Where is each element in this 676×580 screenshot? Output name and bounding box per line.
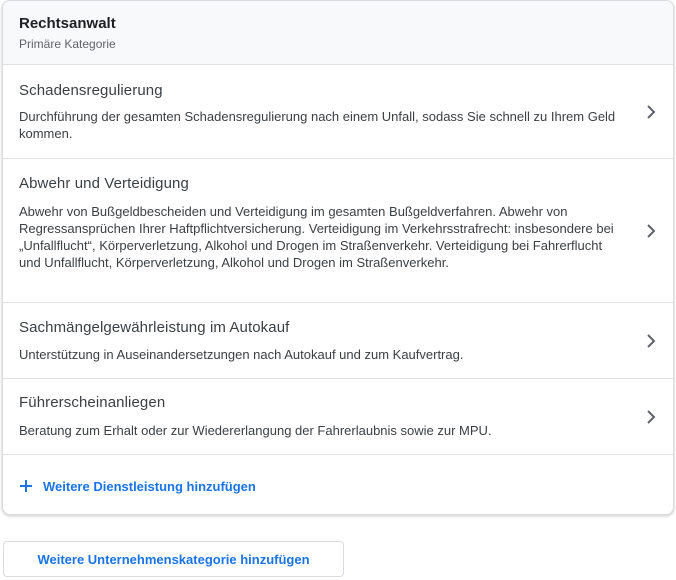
chevron-right-icon: [645, 104, 657, 120]
add-service-label: Weitere Dienstleistung hinzufügen: [43, 478, 256, 494]
category-subtitle: Primäre Kategorie: [19, 37, 116, 51]
service-title: Sachmängelgewährleistung im Autokauf: [19, 319, 290, 336]
service-item-schadensregulierung[interactable]: Schadensregulierung Durchführung der ges…: [3, 65, 673, 159]
add-category-button[interactable]: Weitere Unternehmenskategorie hinzufügen: [3, 541, 344, 577]
service-title: Abwehr und Verteidigung: [19, 175, 189, 192]
category-title: Rechtsanwalt: [19, 15, 116, 32]
service-description: Durchführung der gesamten Schadensreguli…: [19, 109, 616, 141]
service-item-fuehrerschein[interactable]: Führerscheinanliegen Beratung zum Erhalt…: [3, 379, 673, 455]
service-description: Beratung zum Erhalt oder zur Wiedererlan…: [19, 423, 492, 438]
chevron-right-icon: [645, 223, 657, 239]
service-item-sachmaengel[interactable]: Sachmängelgewährleistung im Autokauf Unt…: [3, 303, 673, 379]
service-title: Führerscheinanliegen: [19, 394, 166, 411]
services-card: Rechtsanwalt Primäre Kategorie Schadensr…: [2, 0, 674, 515]
category-header: Rechtsanwalt Primäre Kategorie: [3, 1, 673, 65]
service-item-abwehr-verteidigung[interactable]: Abwehr und Verteidigung Abwehr von Bußge…: [3, 159, 673, 303]
service-title: Schadensregulierung: [19, 82, 163, 99]
chevron-right-icon: [645, 409, 657, 425]
service-description: Unterstützung in Auseinandersetzungen na…: [19, 347, 464, 362]
service-description: Abwehr von Bußgeldbescheiden und Verteid…: [19, 204, 614, 270]
add-service-button[interactable]: Weitere Dienstleistung hinzufügen: [19, 475, 256, 497]
plus-icon: [19, 479, 33, 493]
chevron-right-icon: [645, 333, 657, 349]
